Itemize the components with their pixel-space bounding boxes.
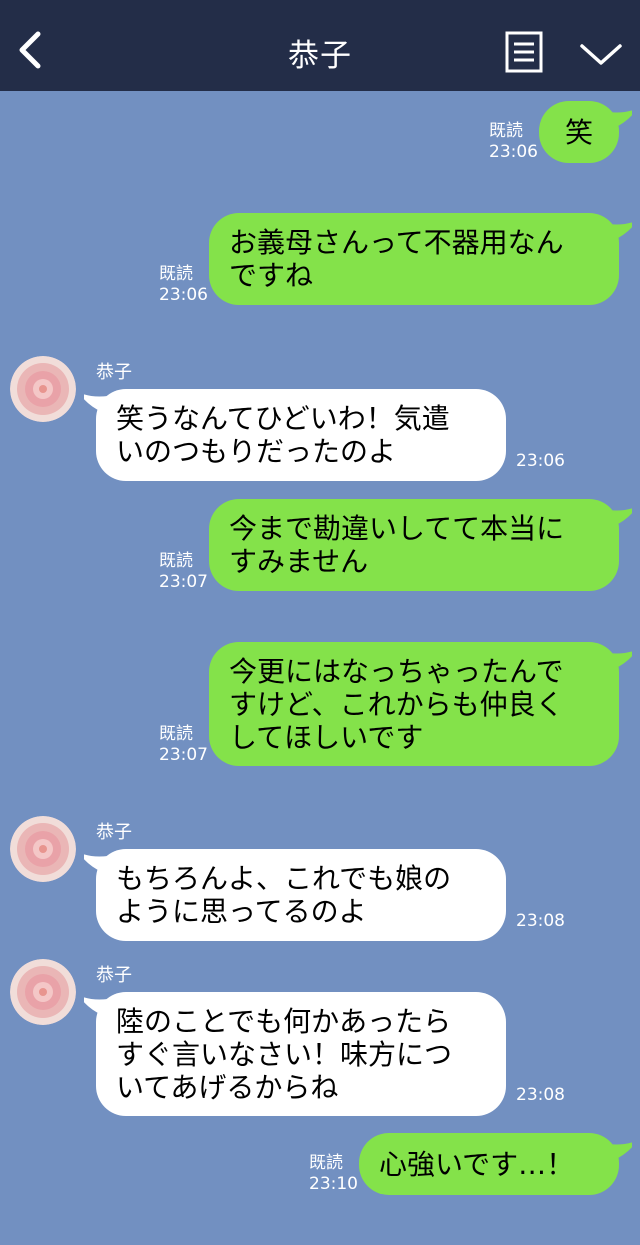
read-receipt: 既読 bbox=[309, 1153, 343, 1173]
read-receipt: 既読 bbox=[159, 724, 193, 744]
chat-title: 恭子 bbox=[288, 38, 352, 74]
avatar[interactable] bbox=[10, 356, 76, 422]
message-time: 23:06 bbox=[516, 451, 565, 471]
message-time: 23:06 bbox=[489, 142, 538, 162]
read-receipt: 既読 bbox=[159, 264, 193, 284]
message-bubble[interactable]: 陸のことでも何かあったら すぐ言いなさい！味方につ いてあげるからね bbox=[96, 992, 506, 1116]
message-bubble[interactable]: お義母さんって不器用なん ですね bbox=[209, 213, 619, 305]
message-time: 23:07 bbox=[159, 745, 208, 765]
sender-name: 恭子 bbox=[96, 965, 132, 986]
message-time: 23:07 bbox=[159, 572, 208, 592]
avatar[interactable] bbox=[10, 959, 76, 1025]
message-bubble[interactable]: 今まで勘違いしてて本当に すみません bbox=[209, 499, 619, 591]
notes-icon[interactable] bbox=[505, 31, 543, 73]
message-bubble[interactable]: 今更にはなっちゃったんで すけど、これからも仲良く してほしいです bbox=[209, 642, 619, 766]
message-time: 23:08 bbox=[516, 911, 565, 931]
message-time: 23:08 bbox=[516, 1085, 565, 1105]
message-bubble[interactable]: 心強いです…！ bbox=[359, 1133, 619, 1195]
message-bubble[interactable]: もちろんよ、これでも娘の ように思ってるのよ bbox=[96, 849, 506, 941]
message-bubble[interactable]: 笑 bbox=[539, 101, 619, 163]
chat-header: 恭子 bbox=[0, 0, 640, 91]
read-receipt: 既読 bbox=[159, 551, 193, 571]
avatar[interactable] bbox=[10, 816, 76, 882]
chevron-down-icon[interactable] bbox=[578, 38, 624, 68]
message-bubble[interactable]: 笑うなんてひどいわ！気遣 いのつもりだったのよ bbox=[96, 389, 506, 481]
message-time: 23:10 bbox=[309, 1174, 358, 1194]
read-receipt: 既読 bbox=[489, 121, 523, 141]
sender-name: 恭子 bbox=[96, 822, 132, 843]
message-time: 23:06 bbox=[159, 285, 208, 305]
sender-name: 恭子 bbox=[96, 362, 132, 383]
